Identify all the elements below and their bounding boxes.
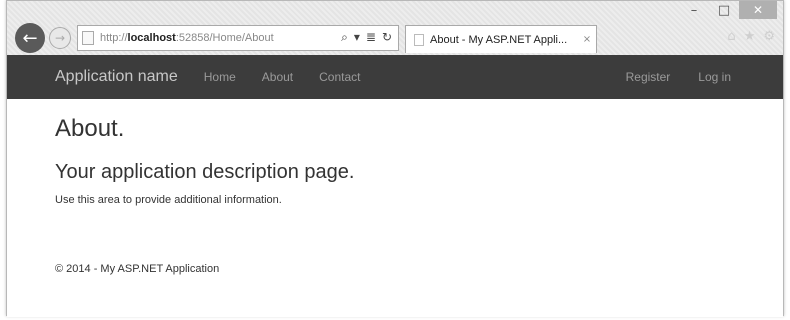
tab-close-icon[interactable]: × [578,34,596,45]
url-scheme: http:// [100,32,128,44]
page-footer: © 2014 - My ASP.NET Application [55,263,219,275]
forward-button[interactable]: → [49,27,71,49]
footer-copyright: © 2014 - My ASP.NET Application [55,263,220,275]
search-icon[interactable]: ⌕ [341,30,348,45]
register-link[interactable]: Register [626,70,671,84]
nav-link-contact[interactable]: Contact [319,70,360,84]
page-viewport: Application name Home About Contact Regi… [7,55,783,317]
account-links: Register Log in [626,70,731,84]
url-host: localhost [127,32,176,44]
tools-gear-icon[interactable]: ⚙ [763,29,775,44]
forward-arrow-icon: → [54,31,66,45]
close-button[interactable]: ✕ [739,1,777,19]
main-content: About. Your application description page… [55,115,743,206]
search-dropdown-icon[interactable]: ▾ [354,30,360,45]
browser-window: – □ ✕ ← → http:// localhost :52858/Home/… [6,0,784,317]
site-navbar: Application name Home About Contact Regi… [7,55,783,99]
page-description: Use this area to provide additional info… [55,194,282,206]
browser-toolbar-icons: ⌂ ★ ⚙ [727,29,775,44]
back-arrow-icon: ← [22,27,38,49]
minimize-button[interactable]: – [679,1,709,19]
tab-favicon [414,33,424,46]
home-icon[interactable]: ⌂ [727,29,735,44]
url-path: :52858/Home/About [175,32,274,44]
refresh-icon[interactable]: ↻ [382,30,392,45]
nav-links: Home About Contact [204,70,361,84]
page-title: About. [55,115,125,142]
compatibility-view-icon[interactable]: ≣ [366,30,376,45]
tab-title: About - My ASP.NET Appli... [430,33,568,46]
maximize-button[interactable]: □ [709,1,739,19]
window-controls: – □ ✕ [679,1,777,19]
browser-tab[interactable]: About - My ASP.NET Appli... × [405,25,597,53]
login-link[interactable]: Log in [698,70,731,84]
nav-link-home[interactable]: Home [204,70,236,84]
favorites-star-icon[interactable]: ★ [744,29,756,44]
page-subtitle: Your application description page. [55,161,355,183]
nav-link-about[interactable]: About [262,70,293,84]
back-button[interactable]: ← [15,23,45,53]
browser-chrome: – □ ✕ ← → http:// localhost :52858/Home/… [7,1,783,55]
brand-link[interactable]: Application name [55,68,178,86]
page-icon [82,31,94,45]
address-bar[interactable]: http:// localhost :52858/Home/About ⌕ ▾ … [77,25,399,51]
address-actions: ⌕ ▾ ≣ ↻ [341,30,392,45]
